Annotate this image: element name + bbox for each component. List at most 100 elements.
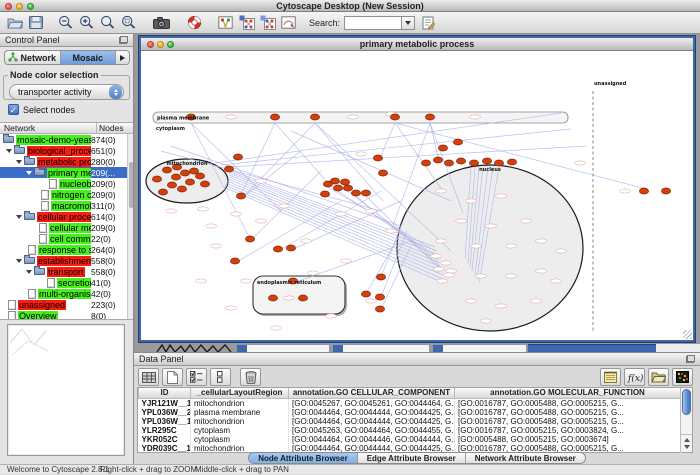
network-node[interactable] [421, 160, 430, 166]
table-row[interactable]: YLR295Ccytoplasm[GO:0045263, GO:0044464,… [139, 426, 681, 435]
network-node[interactable] [171, 174, 180, 180]
zoom-fit-button[interactable] [120, 14, 137, 32]
frame-close-button[interactable] [147, 41, 154, 48]
network-node[interactable] [230, 258, 239, 264]
network-view-window[interactable]: primary metabolic process plasma membran… [139, 36, 695, 342]
network-tree-row[interactable]: establishment of lo558(0) [0, 255, 127, 266]
table-row[interactable]: YPL036W__2plasma membrane[GO:0044464, GO… [139, 408, 681, 417]
network-node[interactable] [456, 158, 465, 164]
select-nodes-checkbox[interactable]: ✓ [8, 104, 19, 115]
network-tree-row[interactable]: nucleobase-209(0) [0, 178, 127, 189]
select-attributes-button[interactable] [186, 368, 207, 386]
column-header[interactable]: annotation.GO MOLECULAR_FUNCTION [455, 388, 681, 398]
notes-button[interactable] [600, 368, 621, 386]
network-tree-row[interactable]: metabolic process280(0) [0, 156, 127, 167]
network-node[interactable] [270, 114, 279, 120]
table-scrollbar-arrows[interactable] [681, 434, 692, 452]
frame-zoom-button[interactable] [167, 41, 174, 48]
network-node[interactable] [433, 157, 442, 163]
network-node[interactable] [185, 179, 194, 185]
network-tree-row[interactable]: Overview8(0) [0, 310, 127, 319]
tab-mosaic[interactable]: Mosaic [61, 51, 117, 64]
network-node[interactable] [351, 190, 360, 196]
network-node[interactable] [330, 178, 339, 184]
network-node[interactable] [390, 114, 399, 120]
table-row[interactable]: YKR052Ccytoplasm[GO:0044464, GO:0044446,… [139, 435, 681, 444]
network-node[interactable] [375, 294, 384, 300]
network-node[interactable] [494, 160, 503, 166]
network-tree-row[interactable]: macromolecule311(0) [0, 200, 127, 211]
node-color-select[interactable]: transporter activity [9, 84, 124, 100]
network-node[interactable] [158, 189, 167, 195]
network-node[interactable] [310, 114, 319, 120]
network-tree-row[interactable]: multi-organism pro42(0) [0, 288, 127, 299]
table-row[interactable]: YPL036W__1mitochondrion[GO:0044464, GO:0… [139, 417, 681, 426]
network-node[interactable] [661, 188, 670, 194]
network-node[interactable] [361, 190, 370, 196]
network-node[interactable] [444, 160, 453, 166]
table-scrollbar-thumb[interactable] [682, 389, 691, 415]
search-input[interactable] [344, 16, 402, 30]
expand-arrow-icon[interactable] [26, 270, 32, 274]
new-network-all-edges-button[interactable] [238, 14, 255, 32]
network-tree-row[interactable]: cell communicati22(0) [0, 233, 127, 244]
network-node[interactable] [507, 159, 516, 165]
expand-arrow-icon[interactable] [16, 215, 22, 219]
delete-attribute-button[interactable] [240, 368, 261, 386]
network-node[interactable] [453, 139, 462, 145]
tab-network-attribute-browser[interactable]: Network Attribute Browser [466, 453, 585, 463]
network-node[interactable] [268, 295, 277, 301]
tree-column-network[interactable]: Network [0, 123, 97, 133]
network-node[interactable] [361, 291, 370, 297]
network-node[interactable] [320, 191, 329, 197]
tab-edge-attribute-browser[interactable]: Edge Attribute Browser [358, 453, 466, 463]
zoom-in-button[interactable] [78, 14, 95, 32]
network-node[interactable] [167, 182, 176, 188]
matrix-button[interactable] [672, 368, 693, 386]
network-node[interactable] [195, 173, 204, 179]
new-network-selected-edges-button[interactable] [259, 14, 276, 32]
network-node[interactable] [469, 160, 478, 166]
zoom-selected-button[interactable] [99, 14, 116, 32]
network-tree-row[interactable]: response to stimulu264(0) [0, 244, 127, 255]
network-node[interactable] [438, 145, 447, 151]
tab-overflow-button[interactable] [116, 51, 129, 64]
tab-network[interactable]: Network [5, 51, 61, 64]
expand-arrow-icon[interactable] [26, 171, 32, 175]
open-button[interactable] [6, 14, 23, 32]
tree-column-nodes[interactable]: Nodes [97, 123, 133, 133]
tab-node-attribute-browser[interactable]: Node Attribute Browser [249, 453, 358, 463]
table-row[interactable]: YJR121W__1mitochondrion[GO:0045267, GO:0… [139, 398, 681, 408]
expand-arrow-icon[interactable] [16, 259, 22, 263]
attribute-table-button[interactable] [138, 368, 159, 386]
network-tree-row[interactable]: transport558(0) [0, 266, 127, 277]
network-node[interactable] [236, 193, 245, 199]
zoom-out-button[interactable] [57, 14, 74, 32]
column-header[interactable]: _cellularLayoutRegion [191, 388, 289, 398]
import-attributes-button[interactable] [648, 368, 669, 386]
network-node[interactable] [286, 245, 295, 251]
network-tree-row[interactable]: nitrogen compo209(0) [0, 189, 127, 200]
network-canvas[interactable]: plasma membranemitochondrionnucleusendop… [141, 51, 693, 340]
column-header[interactable]: ID [139, 388, 191, 398]
graphics-details-button[interactable] [217, 14, 234, 32]
network-node[interactable] [298, 295, 307, 301]
search-options-button[interactable] [420, 14, 437, 32]
network-node[interactable] [224, 166, 233, 172]
network-overview-panel[interactable] [7, 324, 125, 456]
save-button[interactable] [27, 14, 44, 32]
formula-button[interactable]: f(x) [624, 368, 645, 386]
network-node[interactable] [180, 170, 189, 176]
float-panel-icon[interactable] [686, 355, 695, 363]
frame-minimize-button[interactable] [157, 41, 164, 48]
network-tree-row[interactable]: mosaic-demo-yeast874(0) [0, 134, 127, 145]
network-tree-row[interactable]: biological_process651(0) [0, 145, 127, 156]
network-node[interactable] [333, 185, 342, 191]
scroll-down-icon[interactable] [684, 445, 690, 449]
network-node[interactable] [152, 176, 161, 182]
tree-scrollbar-thumb[interactable] [129, 162, 133, 208]
network-node[interactable] [273, 246, 282, 252]
network-node[interactable] [343, 185, 352, 191]
new-attribute-button[interactable] [162, 368, 183, 386]
float-panel-icon[interactable] [119, 36, 128, 44]
